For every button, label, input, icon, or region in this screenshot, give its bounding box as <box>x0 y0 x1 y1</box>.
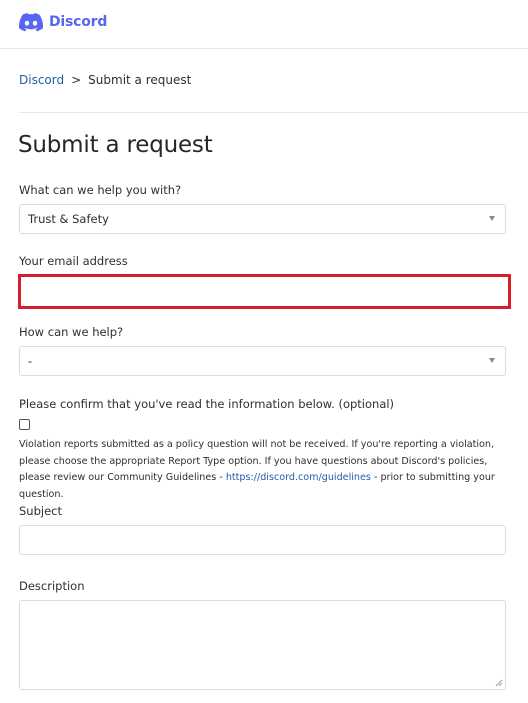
breadcrumb-separator: > <box>71 73 82 87</box>
chevron-down-icon <box>489 216 495 221</box>
site-header: Discord <box>0 0 528 49</box>
breadcrumb: Discord > Submit a request <box>19 71 191 89</box>
email-label: Your email address <box>19 254 128 268</box>
description-field <box>19 600 506 690</box>
email-input[interactable] <box>21 277 508 306</box>
resize-handle-icon[interactable] <box>495 679 503 687</box>
description-label: Description <box>19 579 85 593</box>
subject-input[interactable] <box>20 526 505 554</box>
page-title: Submit a request <box>18 132 213 158</box>
confirm-checkbox[interactable] <box>19 419 30 430</box>
breadcrumb-home-link[interactable]: Discord <box>19 73 64 87</box>
chevron-down-icon <box>489 358 495 363</box>
help-type-value: - <box>28 354 33 368</box>
divider <box>19 112 528 113</box>
request-type-value: Trust & Safety <box>28 212 109 226</box>
confirm-description: Violation reports submitted as a policy … <box>19 437 509 503</box>
discord-logo-icon <box>19 12 43 32</box>
help-type-label: How can we help? <box>19 325 124 339</box>
email-field-wrapper <box>18 274 511 309</box>
confirm-label: Please confirm that you've read the info… <box>19 397 395 411</box>
help-type-select[interactable]: - <box>19 346 506 376</box>
breadcrumb-current: Submit a request <box>88 73 192 87</box>
request-type-select[interactable]: Trust & Safety <box>19 204 506 234</box>
subject-field <box>19 525 506 555</box>
page: Discord Discord > Submit a request Submi… <box>0 0 528 703</box>
description-textarea[interactable] <box>20 601 505 689</box>
logo-text: Discord <box>49 14 108 30</box>
request-type-label: What can we help you with? <box>19 183 182 197</box>
subject-label: Subject <box>19 504 62 518</box>
discord-logo-link[interactable]: Discord <box>19 11 107 33</box>
guidelines-link[interactable]: https://discord.com/guidelines <box>226 472 371 483</box>
